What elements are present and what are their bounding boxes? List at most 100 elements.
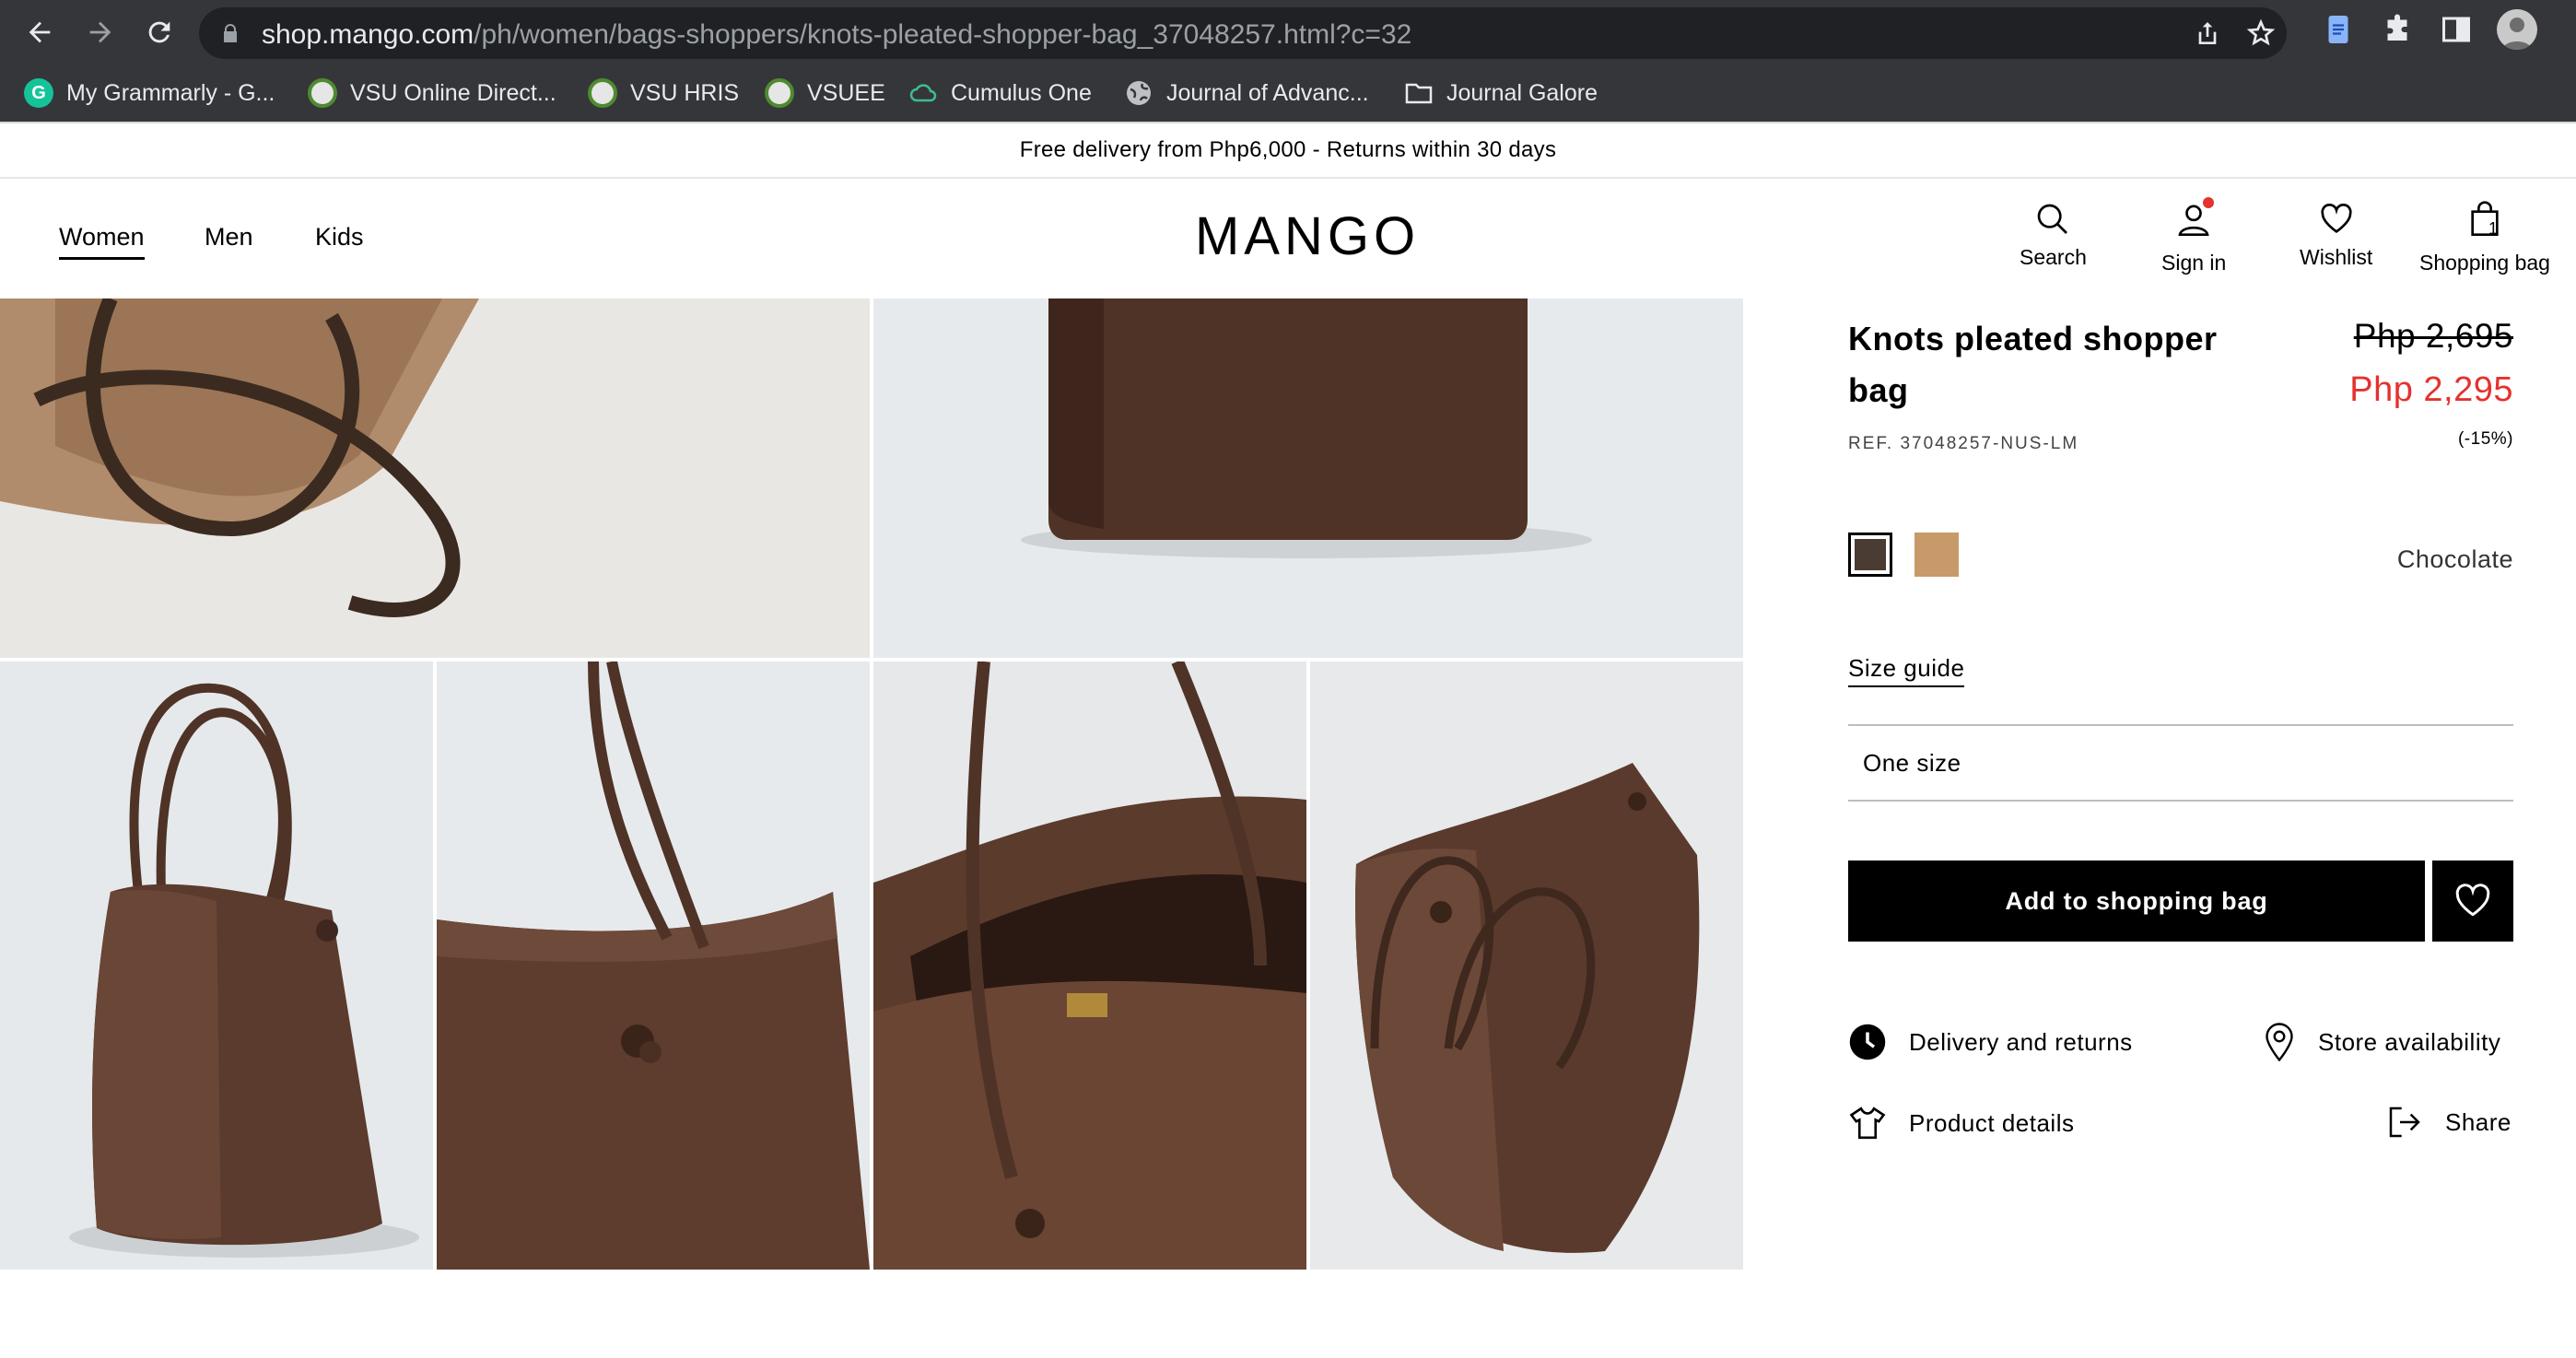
globe-icon bbox=[1127, 81, 1151, 105]
product-title: Knots pleated shopper bag bbox=[1848, 320, 2218, 409]
reload-icon bbox=[148, 21, 170, 43]
bookmark-journal-galore[interactable]: Journal Galore bbox=[1404, 72, 1598, 114]
bookmark-cumulus[interactable]: Cumulus One bbox=[908, 72, 1092, 114]
product-gallery bbox=[0, 299, 1743, 1270]
tshirt-icon bbox=[1849, 1106, 1886, 1140]
wishlist-label: Wishlist bbox=[2300, 245, 2373, 269]
vsu-seal-icon bbox=[308, 78, 337, 108]
product-photo-1[interactable] bbox=[0, 299, 870, 658]
bookmark-label: My Grammarly - G... bbox=[66, 79, 275, 106]
share-page-icon[interactable] bbox=[2193, 18, 2222, 48]
bag-three-quarter-image bbox=[1310, 661, 1743, 1270]
bookmark-vsuee[interactable]: VSUEE bbox=[765, 72, 885, 114]
delivery-returns-link[interactable]: Delivery and returns bbox=[1848, 1023, 2133, 1061]
bag-knot-detail-image bbox=[437, 661, 870, 1270]
bag-side-view-image bbox=[0, 661, 433, 1270]
product-reference: REF. 37048257-NUS-LM bbox=[1848, 434, 2079, 453]
sale-price: Php 2,295 bbox=[2349, 370, 2513, 409]
side-panel-icon[interactable] bbox=[2440, 13, 2473, 46]
url-path: /ph/women/bags-shoppers/knots-pleated-sh… bbox=[474, 19, 1412, 50]
bookmark-journal-advanc[interactable]: Journal of Advanc... bbox=[1124, 72, 1369, 114]
selected-color-name: Chocolate bbox=[2396, 545, 2513, 573]
bookmark-vsu-online[interactable]: VSU Online Direct... bbox=[308, 72, 556, 114]
bookmark-vsu-hris[interactable]: VSU HRIS bbox=[588, 72, 739, 114]
product-photo-5[interactable] bbox=[873, 661, 1306, 1270]
share-label: Share bbox=[2445, 1107, 2512, 1136]
grammarly-icon: G bbox=[24, 78, 53, 108]
bookmark-label: VSU HRIS bbox=[630, 79, 740, 106]
nav-kids[interactable]: Kids bbox=[315, 223, 364, 252]
bookmark-label: Cumulus One bbox=[951, 79, 1092, 106]
bag-strap-closeup-image bbox=[0, 299, 870, 658]
swatch-fill bbox=[1855, 539, 1886, 570]
bookmark-label: Journal Galore bbox=[1446, 79, 1598, 106]
add-to-bag-button[interactable]: Add to shopping bag bbox=[1848, 860, 2425, 942]
address-bar[interactable]: shop.mango.com/ph/women/bags-shoppers/kn… bbox=[199, 7, 2287, 59]
product-photo-3[interactable] bbox=[0, 661, 433, 1270]
bookmark-grammarly[interactable]: G My Grammarly - G... bbox=[24, 72, 275, 114]
folder-icon bbox=[1405, 83, 1433, 104]
search-icon bbox=[2038, 204, 2068, 234]
add-to-wishlist-button[interactable] bbox=[2432, 860, 2513, 942]
nav-men[interactable]: Men bbox=[205, 223, 253, 252]
size-selector[interactable]: One size bbox=[1848, 724, 2513, 802]
discount-percent: (-15%) bbox=[2457, 429, 2513, 449]
share-link[interactable]: Share bbox=[2386, 1104, 2512, 1141]
bookmarks-bar: G My Grammarly - G... VSU Online Direct.… bbox=[0, 66, 2576, 122]
color-swatch-chocolate[interactable] bbox=[1848, 533, 1892, 577]
user-photo-icon bbox=[2502, 18, 2532, 50]
store-availability-link[interactable]: Store availability bbox=[2263, 1023, 2500, 1061]
announcement-bar: Free delivery from Php6,000 - Returns wi… bbox=[0, 122, 2576, 179]
lock-icon bbox=[224, 24, 237, 42]
sign-in-button[interactable]: Sign in bbox=[2161, 197, 2227, 275]
product-photo-4[interactable] bbox=[437, 661, 870, 1270]
notification-dot bbox=[2203, 197, 2215, 208]
heart-icon bbox=[2321, 204, 2352, 233]
search-label: Search bbox=[2020, 245, 2087, 269]
product-photo-6[interactable] bbox=[1310, 661, 1743, 1270]
user-icon-wrap bbox=[2175, 197, 2215, 251]
vsu-seal-icon bbox=[765, 78, 794, 108]
nav-women[interactable]: Women bbox=[59, 223, 145, 260]
original-price: Php 2,695 bbox=[2353, 317, 2513, 355]
site-header: Women Men Kids MANGO Search Sign in Wish… bbox=[0, 179, 2576, 299]
product-photo-2[interactable] bbox=[873, 299, 1743, 658]
bookmark-label: VSUEE bbox=[807, 79, 885, 106]
bag-interior-image bbox=[873, 661, 1306, 1270]
docs-extension-icon[interactable] bbox=[2322, 13, 2355, 46]
extensions-puzzle-icon[interactable] bbox=[2381, 13, 2414, 46]
bookmark-label: Journal of Advanc... bbox=[1166, 79, 1369, 106]
clock-icon bbox=[1849, 1024, 1886, 1060]
url-host: shop.mango.com bbox=[262, 19, 474, 50]
browser-chrome: shop.mango.com/ph/women/bags-shoppers/kn… bbox=[0, 0, 2576, 122]
bag-icon-wrap: 1 bbox=[2466, 201, 2503, 251]
arrow-right-icon bbox=[89, 21, 111, 43]
delivery-label: Delivery and returns bbox=[1909, 1027, 2133, 1056]
swatch-fill bbox=[1914, 533, 1959, 577]
profile-avatar[interactable] bbox=[2497, 9, 2537, 50]
size-value: One size bbox=[1863, 748, 1961, 777]
announcement-text: Free delivery from Php6,000 - Returns wi… bbox=[1019, 137, 1557, 162]
product-details-link[interactable]: Product details bbox=[1848, 1104, 2074, 1142]
shopping-bag-label: Shopping bag bbox=[2419, 251, 2550, 275]
details-label: Product details bbox=[1909, 1108, 2075, 1137]
store-label: Store availability bbox=[2318, 1027, 2501, 1056]
logo-text: MANGO bbox=[1195, 208, 1420, 263]
heart-icon bbox=[2455, 884, 2490, 917]
shopping-bag-button[interactable]: 1 Shopping bag bbox=[2419, 201, 2550, 275]
vsu-seal-icon bbox=[588, 78, 617, 108]
reload-button[interactable] bbox=[136, 9, 182, 55]
forward-button[interactable] bbox=[77, 9, 123, 55]
bookmark-star-icon[interactable] bbox=[2246, 18, 2276, 48]
search-button[interactable]: Search bbox=[2020, 201, 2087, 270]
size-guide-link[interactable]: Size guide bbox=[1848, 654, 1965, 687]
mango-logo[interactable]: MANGO bbox=[1176, 208, 1439, 263]
wishlist-button[interactable]: Wishlist bbox=[2300, 201, 2372, 270]
color-swatch-tan[interactable] bbox=[1914, 533, 1959, 577]
url-text: shop.mango.com/ph/women/bags-shoppers/kn… bbox=[262, 19, 1411, 51]
sign-in-label: Sign in bbox=[2161, 251, 2227, 275]
share-icon bbox=[2389, 1106, 2420, 1138]
back-button[interactable] bbox=[17, 9, 63, 55]
bag-front-bottom-image bbox=[873, 299, 1743, 658]
bag-count: 1 bbox=[2488, 219, 2498, 238]
